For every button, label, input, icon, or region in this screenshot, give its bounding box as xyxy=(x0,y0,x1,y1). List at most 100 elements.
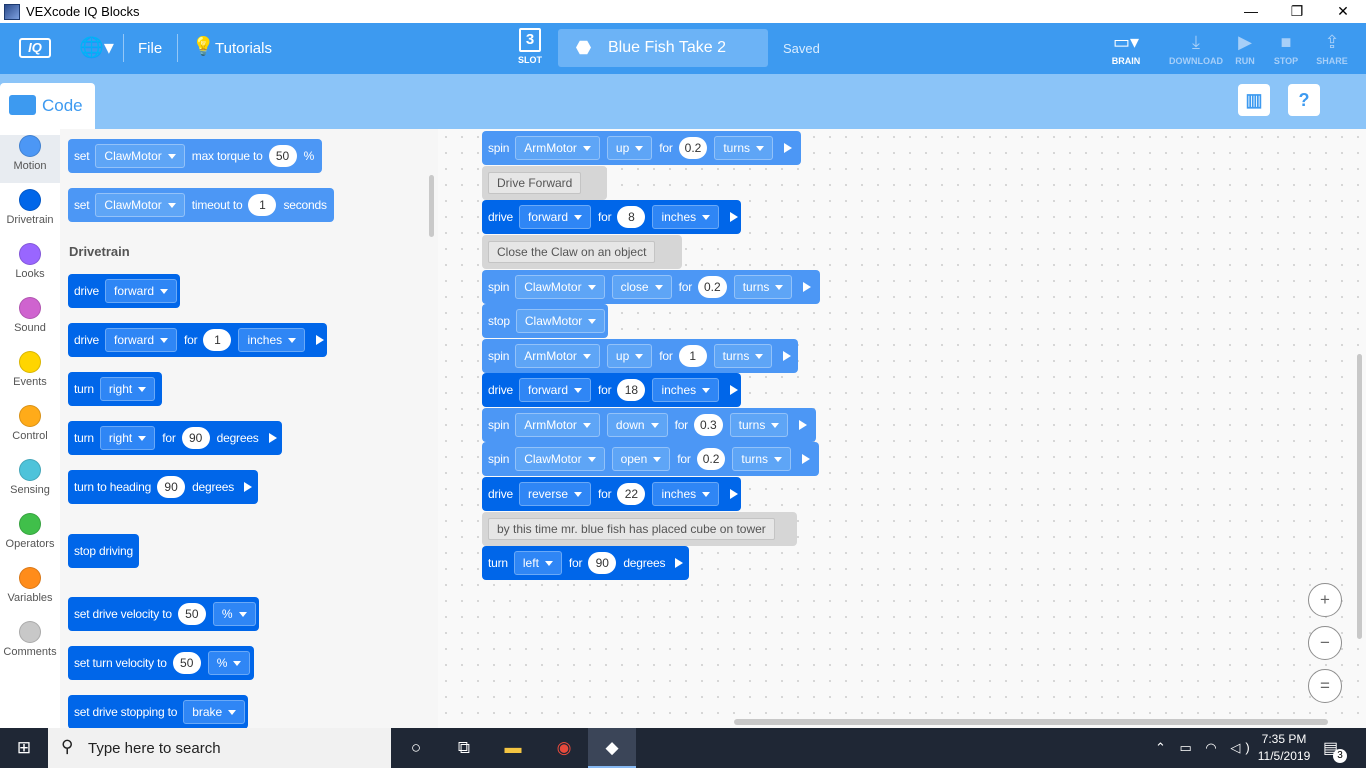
direction-dropdown[interactable]: left xyxy=(513,551,562,575)
project-name[interactable]: Blue Fish Take 2 xyxy=(608,39,726,57)
help-button[interactable]: ? xyxy=(1288,84,1320,116)
language-globe-icon[interactable]: 🌐▾ xyxy=(79,36,114,60)
script-drive-block[interactable]: drive reverse for 22 inches xyxy=(482,477,741,511)
slot-selector[interactable]: 3 SLOT xyxy=(518,28,542,65)
devices-button[interactable]: ▥ xyxy=(1238,84,1270,116)
code-workspace[interactable]: spin ArmMotor up for 0.2 turns Drive For… xyxy=(438,129,1366,728)
palette-drive-for-block[interactable]: drive forward for 1 inches xyxy=(68,323,327,357)
value-input[interactable]: 50 xyxy=(268,145,297,167)
value-input[interactable]: 50 xyxy=(177,603,206,625)
category-comments[interactable]: Comments xyxy=(0,621,60,669)
motor-dropdown[interactable]: ClawMotor xyxy=(515,275,605,299)
category-motion[interactable]: Motion xyxy=(0,135,60,183)
comment-text[interactable]: by this time mr. blue fish has placed cu… xyxy=(488,518,775,540)
palette-set-max-torque-block[interactable]: set ClawMotor max torque to 50 % xyxy=(68,139,322,173)
direction-dropdown[interactable]: up xyxy=(606,136,653,160)
lightbulb-icon[interactable]: 💡 xyxy=(192,36,214,57)
motor-dropdown[interactable]: ClawMotor xyxy=(95,193,185,217)
vexcode-taskbar-icon[interactable]: ◆ xyxy=(588,728,636,768)
category-operators[interactable]: Operators xyxy=(0,513,60,561)
play-icon[interactable] xyxy=(803,282,812,292)
motor-dropdown[interactable]: ArmMotor xyxy=(515,413,600,437)
task-view-icon[interactable]: ⧉ xyxy=(440,728,488,768)
play-icon[interactable] xyxy=(316,335,325,345)
script-comment-block[interactable]: Drive Forward xyxy=(482,166,607,200)
unit-dropdown[interactable]: turns xyxy=(714,136,774,160)
unit-dropdown[interactable]: % xyxy=(207,651,251,675)
taskbar-search-box[interactable]: ⚲ Type here to search xyxy=(48,728,391,768)
unit-dropdown[interactable]: turns xyxy=(732,447,792,471)
script-drive-block[interactable]: drive forward for 18 inches xyxy=(482,373,741,407)
motor-dropdown[interactable]: ClawMotor xyxy=(515,447,605,471)
play-icon[interactable] xyxy=(244,482,253,492)
category-control[interactable]: Control xyxy=(0,405,60,453)
direction-dropdown[interactable]: right xyxy=(99,377,156,401)
direction-dropdown[interactable]: right xyxy=(99,426,156,450)
value-input[interactable]: 0.2 xyxy=(678,137,708,159)
script-spin-block[interactable]: spin ArmMotor up for 1 turns xyxy=(482,339,798,373)
code-tab[interactable]: Code xyxy=(0,83,95,129)
value-input[interactable]: 0.3 xyxy=(693,414,723,436)
comment-text[interactable]: Drive Forward xyxy=(488,172,582,194)
script-comment-block[interactable]: by this time mr. blue fish has placed cu… xyxy=(482,512,797,546)
category-drivetrain[interactable]: Drivetrain xyxy=(0,189,60,237)
play-icon[interactable] xyxy=(730,385,739,395)
maximize-button[interactable]: ❐ xyxy=(1274,0,1320,23)
unit-dropdown[interactable]: inches xyxy=(238,328,306,352)
value-input[interactable]: 22 xyxy=(617,483,646,505)
play-icon[interactable] xyxy=(730,489,739,499)
value-input[interactable]: 50 xyxy=(172,652,201,674)
share-button[interactable]: ⇪ SHARE xyxy=(1304,31,1360,66)
unit-dropdown[interactable]: turns xyxy=(729,413,789,437)
script-spin-block[interactable]: spin ArmMotor down for 0.3 turns xyxy=(482,408,816,442)
download-button[interactable]: ⤓ DOWNLOAD xyxy=(1168,31,1224,66)
script-turn-block[interactable]: turn left for 90 degrees xyxy=(482,546,689,580)
palette-turn-for-block[interactable]: turn right for 90 degrees xyxy=(68,421,282,455)
palette-set-timeout-block[interactable]: set ClawMotor timeout to 1 seconds xyxy=(68,188,334,222)
file-explorer-icon[interactable]: ▬ xyxy=(489,728,537,768)
value-input[interactable]: 1 xyxy=(203,329,232,351)
unit-dropdown[interactable]: turns xyxy=(733,275,793,299)
unit-dropdown[interactable]: inches xyxy=(652,482,720,506)
minimize-button[interactable]: — xyxy=(1228,0,1274,23)
category-events[interactable]: Events xyxy=(0,351,60,399)
unit-dropdown[interactable]: inches xyxy=(652,205,720,229)
script-drive-block[interactable]: drive forward for 8 inches xyxy=(482,200,741,234)
comment-text[interactable]: Close the Claw on an object xyxy=(488,241,656,263)
close-window-button[interactable]: ✕ xyxy=(1320,0,1366,23)
value-input[interactable]: 1 xyxy=(678,345,707,367)
value-input[interactable]: 8 xyxy=(617,206,646,228)
script-stop-block[interactable]: stop ClawMotor xyxy=(482,304,608,338)
script-spin-block[interactable]: spin ClawMotor close for 0.2 turns xyxy=(482,270,820,304)
motor-dropdown[interactable]: ClawMotor xyxy=(95,144,185,168)
direction-dropdown[interactable]: open xyxy=(611,447,671,471)
palette-turn-velocity-block[interactable]: set turn velocity to 50 % xyxy=(68,646,254,680)
workspace-vertical-scrollbar[interactable] xyxy=(1357,354,1362,639)
category-variables[interactable]: Variables xyxy=(0,567,60,615)
value-input[interactable]: 1 xyxy=(248,194,277,216)
value-input[interactable]: 90 xyxy=(157,476,186,498)
play-icon[interactable] xyxy=(784,143,793,153)
script-spin-block[interactable]: spin ClawMotor open for 0.2 turns xyxy=(482,442,819,476)
chrome-icon[interactable]: ◉ xyxy=(540,728,588,768)
palette-drive-block[interactable]: drive forward xyxy=(68,274,180,308)
zoom-out-button[interactable]: − xyxy=(1308,626,1342,660)
play-icon[interactable] xyxy=(783,351,792,361)
script-spin-block[interactable]: spin ArmMotor up for 0.2 turns xyxy=(482,131,801,165)
direction-dropdown[interactable]: forward xyxy=(519,205,592,229)
category-looks[interactable]: Looks xyxy=(0,243,60,291)
unit-dropdown[interactable]: turns xyxy=(713,344,773,368)
play-icon[interactable] xyxy=(802,454,811,464)
direction-dropdown[interactable]: forward xyxy=(105,279,178,303)
cortana-icon[interactable]: ○ xyxy=(392,728,440,768)
value-input[interactable]: 90 xyxy=(181,427,210,449)
play-icon[interactable] xyxy=(799,420,808,430)
palette-turn-block[interactable]: turn right xyxy=(68,372,162,406)
file-menu[interactable]: File xyxy=(138,40,162,57)
direction-dropdown[interactable]: down xyxy=(606,413,668,437)
zoom-reset-button[interactable]: = xyxy=(1308,669,1342,703)
value-input[interactable]: 0.2 xyxy=(698,276,727,298)
windows-start-button[interactable]: ⊞ xyxy=(0,728,48,768)
tutorials-menu[interactable]: Tutorials xyxy=(215,40,272,57)
motor-dropdown[interactable]: ClawMotor xyxy=(515,309,606,333)
